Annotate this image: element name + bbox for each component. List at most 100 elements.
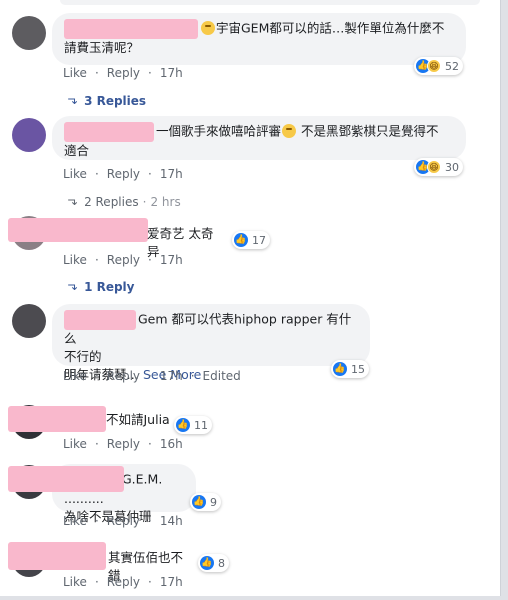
like-icon: 👍 [333,362,347,376]
window-frame-right [500,0,508,600]
avatar[interactable] [12,118,46,152]
comment-bubble: 爱奇艺 太奇异 [135,219,237,259]
avatar[interactable] [12,304,46,338]
previous-comment-bubble-edge [60,0,480,5]
reply-link[interactable]: Reply [107,369,140,383]
comment-text-line2: 不行的 [64,349,102,364]
replies-count: 2 Replies [84,195,139,209]
reaction-summary[interactable]: 👍 17 [232,231,270,249]
comment-bubble: 宇宙GEM都可以的話…製作單位為什麼不 請費玉清呢？ [52,13,466,65]
separator: · [94,514,99,528]
reaction-summary[interactable]: 👍 😆 52 [414,57,463,75]
timestamp[interactable]: 17h [160,575,183,589]
separator: · [94,66,99,80]
separator: · [148,167,152,181]
comment-text-b: 不是黑鄧紫棋只是覺得不 [301,123,439,139]
comment-bubble: 其實伍佰也不錯 [96,543,206,583]
view-replies-link[interactable]: ↳ 3 Replies [66,94,147,108]
separator: · [190,369,195,383]
reply-link[interactable]: Reply [107,167,140,181]
comment-actions: Like · Reply · 17h [63,66,191,80]
reaction-count: 52 [445,59,459,73]
reaction-count: 30 [445,160,459,174]
comment-text: 一個歌手來做嘻哈評審 [156,123,282,139]
reaction-count: 8 [218,556,225,570]
reaction-summary[interactable]: 👍 11 [174,416,212,434]
replies-time-ago: 2 hrs [150,195,181,209]
reply-link[interactable]: Reply [107,437,140,451]
timestamp[interactable]: 16h [160,437,183,451]
comment-bubble: 一個歌手來做嘻哈評審 不是黑鄧紫棋只是覺得不 適合 [52,116,466,160]
comment-actions: Like · Reply · 17h · Edited [63,369,249,383]
view-replies-link[interactable]: ↳ 1 Reply [66,280,135,294]
eye-roll-emoji-icon [201,20,215,35]
eye-roll-emoji-icon [282,123,297,138]
like-icon: 👍 [234,233,248,247]
avatar[interactable] [12,16,46,50]
redacted-author-name[interactable] [8,542,106,570]
reaction-summary[interactable]: 👍 😆 30 [414,158,463,176]
reaction-summary[interactable]: 👍 8 [198,554,229,572]
timestamp[interactable]: 17h [160,369,183,383]
view-replies-link[interactable]: ↳ 2 Replies · 2 hrs [66,195,181,209]
separator: · [148,369,152,383]
reply-arrow-icon: ↳ [66,281,81,293]
reaction-count: 9 [210,495,217,509]
haha-icon: 😆 [427,59,441,73]
window-frame-bottom [0,596,508,600]
haha-icon: 😆 [427,160,441,174]
comment-actions: Like · Reply · 17h [63,167,191,181]
reaction-count: 11 [194,418,208,432]
reaction-count: 15 [351,362,365,376]
comment-text: 不如請Julia [106,412,170,427]
like-link[interactable]: Like [63,369,87,383]
reaction-summary[interactable]: 👍 15 [331,360,369,378]
comment-actions: Like · Reply · 16h [63,437,191,451]
comment-bubble: 不如請Julia [94,405,186,437]
timestamp[interactable]: 17h [160,253,183,267]
comment-text-line2: 適合 [64,143,90,158]
reply-link[interactable]: Reply [107,575,140,589]
comment-actions: Like · Reply · 17h [63,575,191,589]
redacted-author-name[interactable] [64,19,198,39]
like-icon: 👍 [200,556,214,570]
like-link[interactable]: Like [63,575,87,589]
timestamp[interactable]: 14h [160,514,183,528]
reaction-summary[interactable]: 👍 9 [190,493,221,511]
separator: · [94,575,99,589]
reply-arrow-icon: ↳ [66,196,81,208]
separator: · [94,167,99,181]
separator: · [94,253,99,267]
comment-text-line2: 請費玉清呢？ [64,40,140,55]
redacted-author-name[interactable] [8,406,106,432]
separator: · [94,437,99,451]
comment-text: 宇宙GEM都可以的話…製作單位為什麼不 [216,20,445,36]
timestamp[interactable]: 17h [160,66,183,80]
comment-bubble: Gem 都可以代表hiphop rapper 有什么 不行的 明年请蔡琴… Se… [52,304,370,382]
like-link[interactable]: Like [63,514,87,528]
redacted-author-name[interactable] [64,122,154,142]
replies-count: 1 Reply [84,280,135,294]
redacted-author-name-overlay [8,466,124,492]
like-link[interactable]: Like [63,253,87,267]
separator: · [94,369,99,383]
reply-link[interactable]: Reply [107,253,140,267]
like-link[interactable]: Like [63,66,87,80]
reply-arrow-icon: ↳ [66,95,81,107]
reply-link[interactable]: Reply [107,66,140,80]
like-link[interactable]: Like [63,437,87,451]
like-icon: 👍 [192,495,206,509]
replies-count: 3 Replies [84,94,147,108]
timestamp[interactable]: 17h [160,167,183,181]
redacted-author-name[interactable] [8,218,148,242]
redacted-author-name[interactable] [64,310,136,330]
comment-actions: Like · Reply · 17h [63,253,191,267]
separator: · [148,514,152,528]
separator: · [148,66,152,80]
reply-link[interactable]: Reply [107,514,140,528]
like-link[interactable]: Like [63,167,87,181]
separator: · [148,437,152,451]
edited-label[interactable]: Edited [203,369,241,383]
like-icon: 👍 [176,418,190,432]
reaction-count: 17 [252,233,266,247]
